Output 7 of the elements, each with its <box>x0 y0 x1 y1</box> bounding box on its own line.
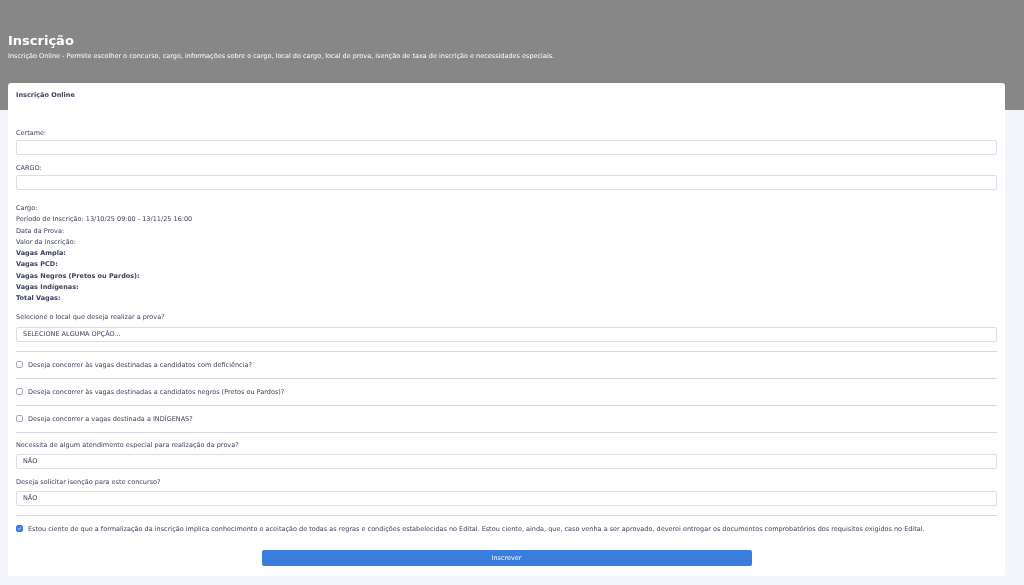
input-field[interactable] <box>16 175 997 190</box>
checkbox[interactable] <box>16 361 23 369</box>
checkbox[interactable] <box>16 525 23 533</box>
page-title: Inscrição <box>8 33 74 48</box>
checkbox[interactable] <box>16 388 23 396</box>
checkbox[interactable] <box>16 415 23 423</box>
input-field[interactable] <box>16 140 997 155</box>
